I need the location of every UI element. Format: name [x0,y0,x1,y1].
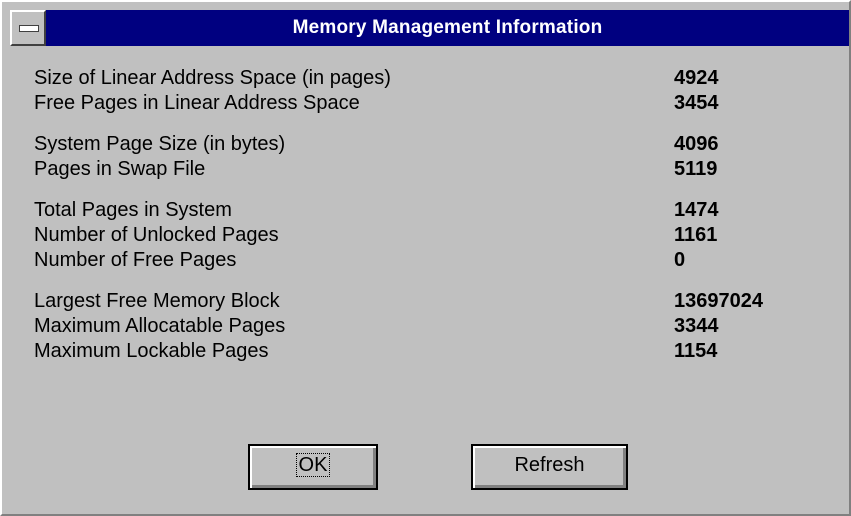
info-row: Number of Free Pages 0 [34,248,814,273]
info-row: Number of Unlocked Pages 1161 [34,223,814,248]
info-group-paging: System Page Size (in bytes) 4096 Pages i… [34,132,814,182]
info-row: Largest Free Memory Block 13697024 [34,289,814,314]
info-row: Size of Linear Address Space (in pages) … [34,66,814,91]
window-title: Memory Management Information [292,17,603,38]
info-label: Number of Unlocked Pages [34,224,279,246]
refresh-button-label: Refresh [514,454,585,476]
info-value: 13697024 [674,290,763,312]
info-value: 4924 [674,67,719,89]
refresh-button[interactable]: Refresh [471,444,628,490]
info-value: 3454 [674,92,719,114]
info-row: System Page Size (in bytes) 4096 [34,132,814,157]
info-label: System Page Size (in bytes) [34,133,286,155]
info-label: Size of Linear Address Space (in pages) [34,67,391,89]
info-row: Maximum Allocatable Pages 3344 [34,314,814,339]
ok-button-label: OK [295,453,331,477]
info-row: Maximum Lockable Pages 1154 [34,339,814,364]
info-label: Pages in Swap File [34,158,206,180]
info-value: 1474 [674,199,719,221]
info-value: 1154 [674,340,718,362]
memory-info-dialog: Memory Management Information Size of Li… [0,0,851,516]
info-label: Number of Free Pages [34,249,237,271]
title-bar[interactable]: Memory Management Information [10,10,849,46]
info-value: 1161 [674,224,718,246]
info-value: 0 [674,249,686,271]
info-value: 3344 [674,315,719,337]
info-label: Total Pages in System [34,199,232,221]
info-row: Free Pages in Linear Address Space 3454 [34,91,814,116]
info-group-linear-space: Size of Linear Address Space (in pages) … [34,66,814,116]
info-label: Free Pages in Linear Address Space [34,92,360,114]
ok-button[interactable]: OK [248,444,378,490]
info-group-system-pages: Total Pages in System 1474 Number of Unl… [34,198,814,273]
info-row: Total Pages in System 1474 [34,198,814,223]
info-content: Size of Linear Address Space (in pages) … [34,66,814,380]
info-value: 4096 [674,133,719,155]
info-label: Largest Free Memory Block [34,290,280,312]
system-menu-bar-glyph [19,25,39,32]
system-menu-icon[interactable] [10,10,46,46]
info-group-memory-blocks: Largest Free Memory Block 13697024 Maxim… [34,289,814,364]
info-row: Pages in Swap File 5119 [34,157,814,182]
info-label: Maximum Allocatable Pages [34,315,286,337]
info-label: Maximum Lockable Pages [34,340,269,362]
info-value: 5119 [674,158,718,180]
